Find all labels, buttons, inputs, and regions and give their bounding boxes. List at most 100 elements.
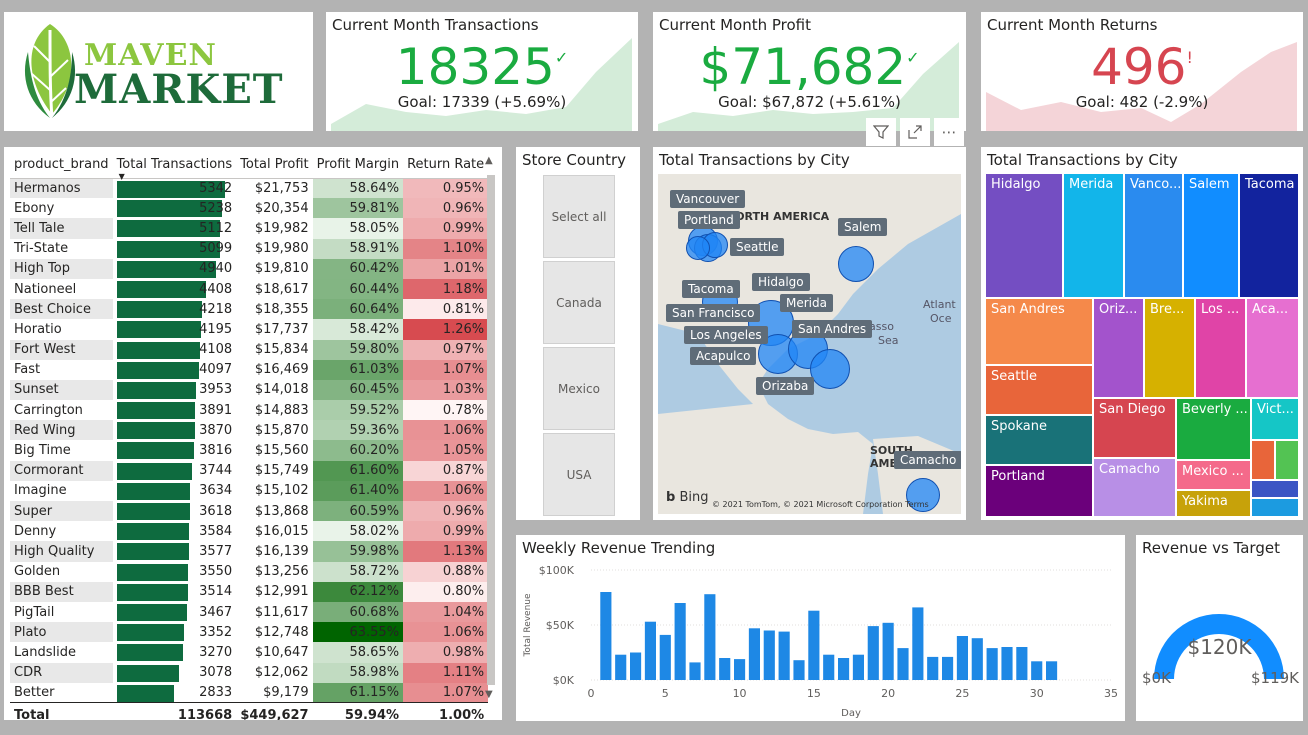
store-country-slicer[interactable]: Store Country Select all Canada Mexico U… (516, 147, 640, 520)
table-row[interactable]: Landslide 3270 $10,647 58.65% 0.98% (10, 642, 489, 663)
slicer-option-select-all[interactable]: Select all (543, 175, 615, 258)
revenue-bar[interactable] (971, 638, 983, 680)
table-row[interactable]: Fort West 4108 $15,834 59.80% 0.97% (10, 339, 489, 360)
treemap-tile[interactable]: Salem (1183, 173, 1239, 298)
more-options-icon[interactable]: ⋯ (934, 118, 964, 146)
column-header-brand[interactable]: product_brand (10, 151, 113, 179)
treemap-tile[interactable] (1251, 480, 1299, 498)
revenue-bar[interactable] (838, 658, 850, 680)
revenue-bar[interactable] (927, 656, 939, 680)
table-row[interactable]: Ebony 5238 $20,354 59.81% 0.96% (10, 198, 489, 219)
treemap-tile[interactable]: Vict... (1251, 398, 1299, 440)
treemap-tile[interactable]: Vanco... (1124, 173, 1183, 298)
treemap-tile[interactable]: Oriz... (1093, 298, 1144, 398)
table-row[interactable]: Plato 3352 $12,748 63.55% 1.06% (10, 622, 489, 643)
treemap-tile[interactable]: Hidalgo (985, 173, 1063, 298)
table-row[interactable]: PigTail 3467 $11,617 60.68% 1.04% (10, 601, 489, 623)
column-header-profit[interactable]: Total Profit (236, 151, 313, 179)
table-row[interactable]: CDR 3078 $12,062 58.98% 1.11% (10, 662, 489, 683)
scroll-up-icon[interactable]: ▲ (485, 155, 493, 166)
revenue-bar[interactable] (644, 621, 656, 680)
table-row[interactable]: Red Wing 3870 $15,870 59.36% 1.06% (10, 420, 489, 441)
kpi-card-profit[interactable]: Current Month Profit $71,682✓ Goal: $67,… (653, 12, 966, 131)
revenue-bar[interactable] (778, 631, 790, 680)
treemap-tile[interactable]: Yakima (1176, 490, 1251, 517)
table-scrollbar[interactable]: ▲ ▼ (484, 151, 498, 716)
treemap-tile[interactable] (1275, 440, 1299, 480)
treemap-tile[interactable]: Bre... (1144, 298, 1195, 398)
brand-table-card[interactable]: product_brand Total Transactions ▼ Total … (4, 147, 502, 720)
map-bubble[interactable] (838, 246, 874, 282)
table-row[interactable]: BBB Best 3514 $12,991 62.12% 0.80% (10, 581, 489, 602)
table-row[interactable]: High Quality 3577 $16,139 59.98% 1.13% (10, 541, 489, 562)
table-row[interactable]: Best Choice 4218 $18,355 60.64% 0.81% (10, 299, 489, 320)
revenue-bar[interactable] (808, 610, 820, 680)
column-header-margin[interactable]: Profit Margin (312, 151, 404, 179)
revenue-bar[interactable] (956, 636, 968, 680)
map-canvas[interactable]: NORTH AMERICA SOUTH AMERICA Atlant Oce S… (658, 174, 961, 514)
treemap-tile[interactable] (1251, 440, 1275, 480)
revenue-bar[interactable] (689, 662, 701, 680)
table-row[interactable]: Fast 4097 $16,469 61.03% 1.07% (10, 359, 489, 380)
revenue-bar[interactable] (630, 652, 642, 681)
revenue-bar[interactable] (823, 654, 835, 680)
map-bubble[interactable] (686, 236, 710, 260)
table-row[interactable]: Carrington 3891 $14,883 59.52% 0.78% (10, 400, 489, 421)
revenue-bar[interactable] (748, 628, 760, 680)
map-bubble[interactable] (810, 349, 850, 389)
weekly-revenue-card[interactable]: Weekly Revenue Trending $0K $50K $100K 0 5 10… (516, 535, 1125, 721)
revenue-bar[interactable] (674, 603, 686, 680)
revenue-bar[interactable] (852, 654, 864, 680)
revenue-bar[interactable] (734, 659, 746, 680)
treemap-tile[interactable]: San Andres (985, 298, 1093, 365)
table-row[interactable]: Tell Tale 5112 $19,982 58.05% 0.99% (10, 218, 489, 239)
slicer-option-canada[interactable]: Canada (543, 261, 615, 344)
filter-icon[interactable] (866, 118, 896, 146)
table-row[interactable]: Sunset 3953 $14,018 60.45% 1.03% (10, 379, 489, 401)
revenue-bar[interactable] (897, 648, 909, 680)
revenue-bar[interactable] (615, 654, 627, 680)
table-row[interactable]: Hermanos 5342 $21,753 58.64% 0.95% (10, 178, 489, 199)
revenue-bar[interactable] (882, 622, 894, 680)
map-attribution[interactable]: © 2021 TomTom, © 2021 Microsoft Corporat… (712, 500, 929, 509)
treemap-tile[interactable]: Beverly ... (1176, 398, 1251, 460)
treemap-tile[interactable]: Tacoma (1239, 173, 1299, 298)
treemap-tile[interactable]: Los ... (1195, 298, 1246, 398)
revenue-bar[interactable] (1046, 661, 1058, 680)
table-row[interactable]: Better 2833 $9,179 61.15% 1.07% (10, 682, 489, 703)
column-header-return-rate[interactable]: Return Rate (403, 151, 489, 179)
revenue-bar[interactable] (793, 660, 805, 680)
table-row[interactable]: Golden 3550 $13,256 58.72% 0.88% (10, 561, 489, 582)
table-row[interactable]: Denny 3584 $16,015 58.02% 0.99% (10, 521, 489, 542)
treemap-tile[interactable]: San Diego (1093, 398, 1176, 458)
treemap-tile[interactable]: Seattle (985, 365, 1093, 415)
treemap-tile[interactable] (1251, 498, 1299, 517)
kpi-card-returns[interactable]: Current Month Returns 496! Goal: 482 (-2… (981, 12, 1303, 131)
slicer-option-mexico[interactable]: Mexico (543, 347, 615, 430)
table-row[interactable]: Horatio 4195 $17,737 58.42% 1.26% (10, 319, 489, 340)
revenue-bar[interactable] (912, 607, 924, 680)
slicer-option-usa[interactable]: USA (543, 433, 615, 516)
treemap-tile[interactable]: Mexico ... (1176, 460, 1251, 490)
revenue-bar[interactable] (942, 656, 954, 680)
revenue-gauge-card[interactable]: Revenue vs Target $120K $0K $119K (1136, 535, 1303, 721)
treemap-tile[interactable]: Aca... (1246, 298, 1299, 398)
revenue-bar[interactable] (1016, 647, 1028, 680)
revenue-bar[interactable] (719, 658, 731, 680)
revenue-bar[interactable] (1031, 661, 1043, 680)
revenue-bar[interactable] (763, 630, 775, 681)
revenue-bar[interactable] (659, 634, 671, 680)
table-row[interactable]: Nationeel 4408 $18,617 60.44% 1.18% (10, 278, 489, 300)
scroll-down-icon[interactable]: ▼ (485, 689, 493, 700)
revenue-bar[interactable] (867, 626, 879, 680)
revenue-bar[interactable] (704, 594, 716, 680)
scroll-thumb[interactable] (487, 175, 495, 685)
revenue-bar[interactable] (1001, 647, 1013, 680)
revenue-bar[interactable] (986, 648, 998, 680)
kpi-card-transactions[interactable]: Current Month Transactions 18325✓ Goal: … (326, 12, 638, 131)
table-row[interactable]: Super 3618 $13,868 60.59% 0.96% (10, 501, 489, 522)
focus-mode-icon[interactable] (900, 118, 930, 146)
table-row[interactable]: Cormorant 3744 $15,749 61.60% 0.87% (10, 460, 489, 481)
table-row[interactable]: Big Time 3816 $15,560 60.20% 1.05% (10, 440, 489, 461)
column-header-transactions[interactable]: Total Transactions ▼ (112, 151, 237, 181)
